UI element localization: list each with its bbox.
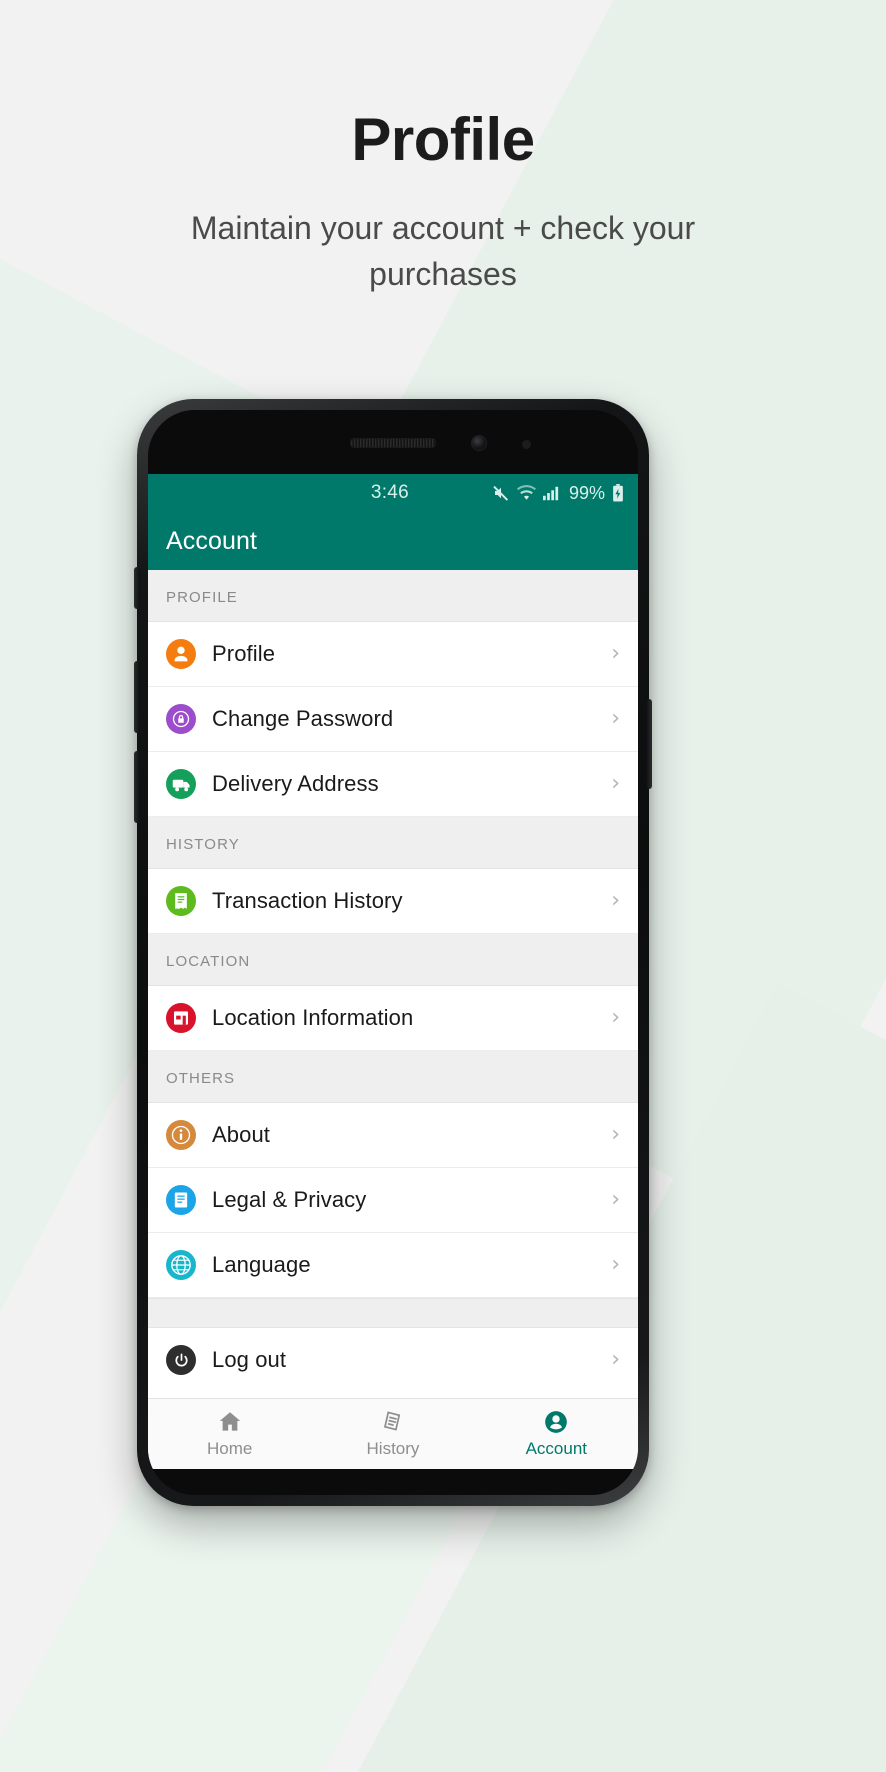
battery-charging-icon <box>612 484 624 502</box>
status-bar-clock: 3:46 <box>370 482 410 503</box>
receipt-icon <box>380 1409 406 1435</box>
chevron-right-icon: › <box>611 1252 620 1277</box>
list-item-label: Delivery Address <box>212 771 379 796</box>
phone-button-volume-up <box>134 661 140 733</box>
phone-bottom-bezel <box>148 1469 638 1495</box>
nav-item-label: Account <box>525 1439 588 1458</box>
info-icon <box>166 1120 196 1150</box>
chevron-right-icon: › <box>611 1005 620 1030</box>
list-item-delivery-address[interactable]: Delivery Address › <box>148 752 638 817</box>
cellular-signal-icon <box>542 485 561 501</box>
list-item-label: Language <box>212 1252 311 1277</box>
list-item-language[interactable]: Language › <box>148 1233 638 1298</box>
chevron-right-icon: › <box>611 1347 620 1372</box>
phone-button-volume-down <box>134 751 140 823</box>
page-subtitle: Maintain your account + check your purch… <box>190 210 696 293</box>
receipt-icon <box>166 886 196 916</box>
nav-item-account[interactable]: Account <box>475 1399 638 1469</box>
list-item-label: Change Password <box>212 706 394 731</box>
list-item-transaction-history[interactable]: Transaction History › <box>148 869 638 934</box>
person-icon <box>166 639 196 669</box>
settings-list: PROFILE Profile › Change Password › Delivery … <box>148 570 638 1398</box>
section-header-others: OTHERS <box>148 1051 638 1103</box>
nav-item-history[interactable]: History <box>311 1399 474 1469</box>
section-spacer <box>148 1298 638 1328</box>
list-item-label: Log out <box>212 1347 287 1372</box>
battery-percentage: 99% <box>568 482 605 503</box>
section-header-history: HISTORY <box>148 817 638 869</box>
app-bar: Account <box>148 512 638 570</box>
wifi-icon <box>516 485 536 501</box>
chevron-right-icon: › <box>611 641 620 666</box>
section-header-location: LOCATION <box>148 934 638 986</box>
home-icon <box>217 1409 243 1435</box>
list-item-label: Location Information <box>212 1005 414 1030</box>
list-item-label: Legal & Privacy <box>212 1187 367 1212</box>
proximity-sensor-icon <box>522 440 531 449</box>
front-camera-icon <box>472 436 486 450</box>
headings-block: Profile Maintain your account + check yo… <box>0 0 886 298</box>
store-icon <box>166 1003 196 1033</box>
power-icon <box>166 1345 196 1375</box>
list-item-location-information[interactable]: Location Information › <box>148 986 638 1051</box>
list-item-profile[interactable]: Profile › <box>148 622 638 687</box>
app-bar-title: Account <box>166 526 258 555</box>
list-item-about[interactable]: About › <box>148 1103 638 1168</box>
bottom-navigation-bar: Home History Account <box>148 1398 638 1469</box>
chevron-right-icon: › <box>611 1122 620 1147</box>
delivery-truck-icon <box>166 769 196 799</box>
section-header-profile: PROFILE <box>148 570 638 622</box>
list-item-label: Transaction History <box>212 888 403 913</box>
status-bar: 3:46 99% <box>148 474 638 512</box>
list-item-change-password[interactable]: Change Password › <box>148 687 638 752</box>
app-screen: 3:46 99% Account PROFILE Profile › Chang… <box>148 474 638 1469</box>
page-title: Profile <box>351 106 535 173</box>
nav-item-label: Home <box>206 1439 253 1458</box>
chevron-right-icon: › <box>611 888 620 913</box>
phone-top-bezel <box>148 410 638 474</box>
phone-screen-container: 3:46 99% Account PROFILE Profile › Chang… <box>148 410 638 1495</box>
chevron-right-icon: › <box>611 771 620 796</box>
account-icon <box>543 1409 569 1435</box>
phone-button-bixby <box>134 567 140 609</box>
chevron-right-icon: › <box>611 706 620 731</box>
lock-icon <box>166 704 196 734</box>
status-bar-icons: 99% <box>492 483 624 504</box>
chevron-right-icon: › <box>611 1187 620 1212</box>
document-icon <box>166 1185 196 1215</box>
earpiece-speaker-icon <box>350 438 436 448</box>
list-item-label: Profile <box>212 641 276 666</box>
nav-item-label: History <box>366 1439 420 1458</box>
phone-mockup: 3:46 99% Account PROFILE Profile › Chang… <box>134 399 652 1506</box>
phone-button-power <box>646 699 652 789</box>
nav-item-home[interactable]: Home <box>148 1399 311 1469</box>
mute-icon <box>492 485 510 501</box>
list-item-label: About <box>212 1122 270 1147</box>
list-item-legal-privacy[interactable]: Legal & Privacy › <box>148 1168 638 1233</box>
list-item-log-out[interactable]: Log out › <box>148 1328 638 1392</box>
globe-icon <box>166 1250 196 1280</box>
